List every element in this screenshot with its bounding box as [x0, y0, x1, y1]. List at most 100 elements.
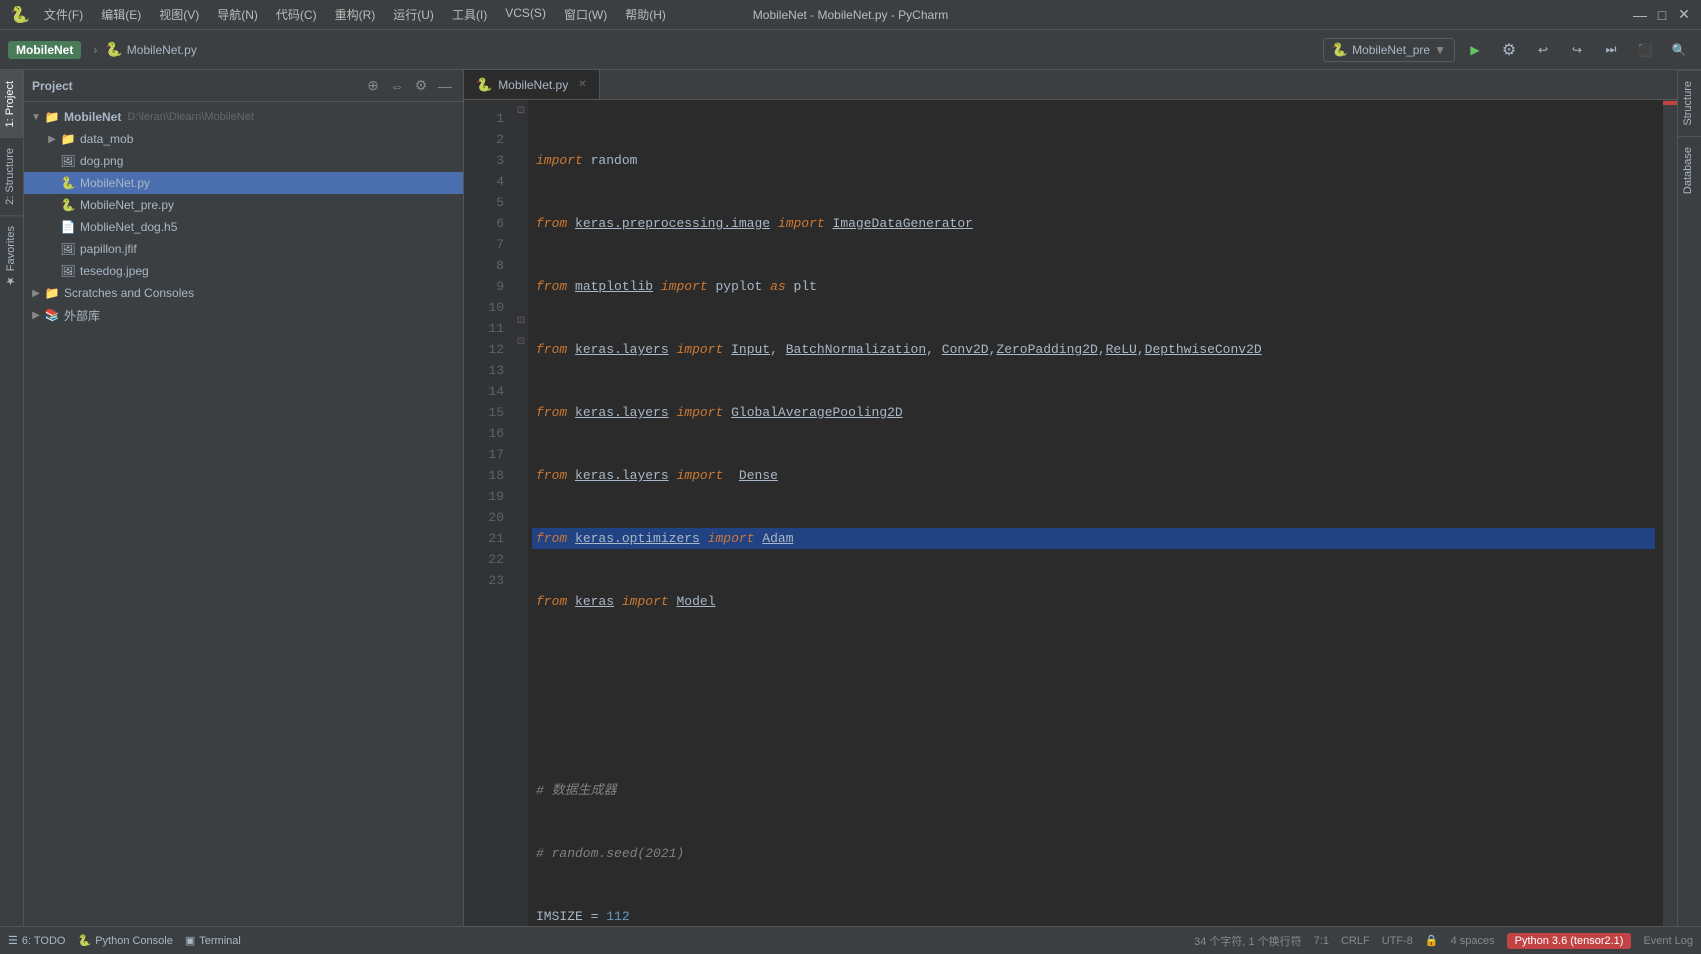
code-line-2: from keras.preprocessing.image import Im…	[532, 213, 1655, 234]
run-config-icon: 🐍	[1332, 42, 1348, 58]
main-content: 1: Project 2: Structure ★ Favorites Proj…	[0, 70, 1701, 926]
undo-button[interactable]: ↩	[1529, 36, 1557, 64]
error-marker	[1663, 101, 1677, 105]
root-label: MobileNet	[64, 110, 121, 124]
search-button[interactable]: 🔍	[1665, 36, 1693, 64]
status-right: 34 个字符, 1 个换行符 7:1 CRLF UTF-8 🔒 4 spaces…	[1194, 933, 1693, 949]
terminal-item[interactable]: ▣ Terminal	[185, 934, 241, 947]
editor-tabs: 🐍 MobileNet.py ✕	[464, 70, 1677, 100]
code-editor[interactable]: import random from keras.preprocessing.i…	[528, 100, 1663, 926]
tree-item-root[interactable]: ▼ 📁 MobileNet D:\leran\Dlearn\MobileNet	[24, 106, 463, 128]
menu-refactor[interactable]: 重构(R)	[327, 4, 384, 25]
tree-label-scratches: Scratches and Consoles	[64, 286, 194, 300]
tree-item-moblientet-dog-h5[interactable]: 📄 MoblieNet_dog.h5	[24, 216, 463, 238]
menu-run[interactable]: 运行(U)	[385, 4, 442, 25]
tree-label-mobilenet-py: MobileNet.py	[80, 176, 150, 190]
todo-label: 6: TODO	[22, 935, 66, 947]
tree-item-mobilenet-pre-py[interactable]: 🐍 MobileNet_pre.py	[24, 194, 463, 216]
tree-label-moblientet-dog-h5: MoblieNet_dog.h5	[80, 220, 177, 234]
folder-icon-root: 📁	[44, 109, 60, 125]
folder-icon-scratches: 📁	[44, 285, 60, 301]
code-line-10	[532, 717, 1655, 738]
tree-label-tesedog-jpeg: tesedog.jpeg	[80, 264, 149, 278]
sidebar-gear-icon[interactable]: ⚙	[411, 76, 431, 96]
image-icon-papillon: 🖼	[60, 241, 76, 257]
root-path: D:\leran\Dlearn\MobileNet	[127, 111, 254, 123]
right-tab-database[interactable]: Database	[1678, 136, 1701, 204]
tree-label-dog-png: dog.png	[80, 154, 123, 168]
menu-vcs[interactable]: VCS(S)	[497, 4, 554, 25]
menu-window[interactable]: 窗口(W)	[556, 4, 615, 25]
right-scrollbar[interactable]	[1663, 100, 1677, 926]
run-config-label: MobileNet_pre	[1352, 43, 1430, 57]
sidebar-minimize-icon[interactable]: —	[435, 76, 455, 96]
encoding: UTF-8	[1382, 935, 1413, 947]
menu-code[interactable]: 代码(C)	[268, 4, 325, 25]
event-log-label[interactable]: Event Log	[1643, 935, 1693, 947]
expand-icon-external: ▶	[28, 307, 44, 323]
line-ending: CRLF	[1341, 935, 1370, 947]
stop-button[interactable]: ⬛	[1631, 36, 1659, 64]
tree-item-papillon-jfif[interactable]: 🖼 papillon.jfif	[24, 238, 463, 260]
menu-edit[interactable]: 编辑(E)	[93, 4, 149, 25]
sidebar-split-icon[interactable]: ⇔	[387, 76, 407, 96]
menu-tools[interactable]: 工具(I)	[444, 4, 495, 25]
run-button[interactable]: ▶	[1461, 36, 1489, 64]
gutter: ⊡ ⊡ ⊡	[514, 100, 528, 926]
char-info: 34 个字符, 1 个换行符	[1194, 933, 1302, 949]
minimize-button[interactable]: —	[1633, 8, 1647, 22]
tree-item-data-mob[interactable]: ▶ 📁 data_mob	[24, 128, 463, 150]
toolbar-right: 🐍 MobileNet_pre ▼ ▶ ⚙ ↩ ↪ ⏭ ⬛ 🔍	[1323, 36, 1693, 64]
python-console-item[interactable]: 🐍 Python Console	[77, 934, 172, 947]
tree-label-papillon-jfif: papillon.jfif	[80, 242, 137, 256]
left-vertical-tabs: 1: Project 2: Structure ★ Favorites	[0, 70, 24, 926]
tab-python-icon: 🐍	[476, 77, 492, 93]
run-config-dropdown-icon: ▼	[1434, 43, 1446, 57]
step-over-button[interactable]: ⏭	[1597, 36, 1625, 64]
sidebar-tree: ▼ 📁 MobileNet D:\leran\Dlearn\MobileNet …	[24, 102, 463, 926]
tree-item-scratches[interactable]: ▶ 📁 Scratches and Consoles	[24, 282, 463, 304]
menu-navigate[interactable]: 导航(N)	[209, 4, 266, 25]
window-controls: — □ ✕	[1633, 8, 1691, 22]
tree-item-mobilenet-py[interactable]: 🐍 MobileNet.py	[24, 172, 463, 194]
code-line-3: from matplotlib import pyplot as plt	[532, 276, 1655, 297]
right-vertical-tabs: Structure Database	[1677, 70, 1701, 926]
menu-file[interactable]: 文件(F)	[36, 4, 91, 25]
expand-icon-root: ▼	[28, 109, 44, 125]
editor-tab-label: MobileNet.py	[498, 78, 568, 92]
todo-item[interactable]: ☰ 6: TODO	[8, 934, 65, 947]
left-tab-favorites[interactable]: ★ Favorites	[0, 215, 23, 297]
python-version-badge[interactable]: Python 3.6 (tensor2.1)	[1507, 933, 1632, 949]
menu-help[interactable]: 帮助(H)	[617, 4, 674, 25]
tree-item-external-libs[interactable]: ▶ 📚 外部库	[24, 304, 463, 326]
sidebar-actions: ⊕ ⇔ ⚙ —	[363, 76, 455, 96]
right-tab-structure[interactable]: Structure	[1678, 70, 1701, 136]
python-icon-mobilenet: 🐍	[60, 175, 76, 191]
terminal-icon: ▣	[185, 934, 195, 947]
title-bar: 🐍 文件(F) 编辑(E) 视图(V) 导航(N) 代码(C) 重构(R) 运行…	[0, 0, 1701, 30]
code-line-7: from keras.optimizers import Adam	[532, 528, 1655, 549]
code-line-1: import random	[532, 150, 1655, 171]
tree-item-dog-png[interactable]: 🖼 dog.png	[24, 150, 463, 172]
editor-tab-mobilenet[interactable]: 🐍 MobileNet.py ✕	[464, 70, 600, 99]
left-tab-project[interactable]: 1: Project	[0, 70, 23, 137]
h5-icon-moblientet: 📄	[60, 219, 76, 235]
left-tab-structure[interactable]: 2: Structure	[0, 137, 23, 215]
image-icon-tesedog: 🖼	[60, 263, 76, 279]
tree-item-tesedog-jpeg[interactable]: 🖼 tesedog.jpeg	[24, 260, 463, 282]
build-button[interactable]: ⚙	[1495, 36, 1523, 64]
run-config-selector[interactable]: 🐍 MobileNet_pre ▼	[1323, 38, 1455, 62]
python-console-icon: 🐍	[77, 934, 91, 947]
editor-area: 🐍 MobileNet.py ✕ 12345 678910 1112131415…	[464, 70, 1677, 926]
window-title: MobileNet - MobileNet.py - PyCharm	[753, 8, 948, 22]
code-line-6: from keras.layers import Dense	[532, 465, 1655, 486]
expand-icon-data-mob: ▶	[44, 131, 60, 147]
folder-icon-data-mob: 📁	[60, 131, 76, 147]
tab-close-icon[interactable]: ✕	[578, 79, 586, 90]
redo-button[interactable]: ↪	[1563, 36, 1591, 64]
libs-icon: 📚	[44, 307, 60, 323]
menu-view[interactable]: 视图(V)	[151, 4, 207, 25]
close-button[interactable]: ✕	[1677, 8, 1691, 22]
sidebar-settings-icon[interactable]: ⊕	[363, 76, 383, 96]
maximize-button[interactable]: □	[1655, 8, 1669, 22]
